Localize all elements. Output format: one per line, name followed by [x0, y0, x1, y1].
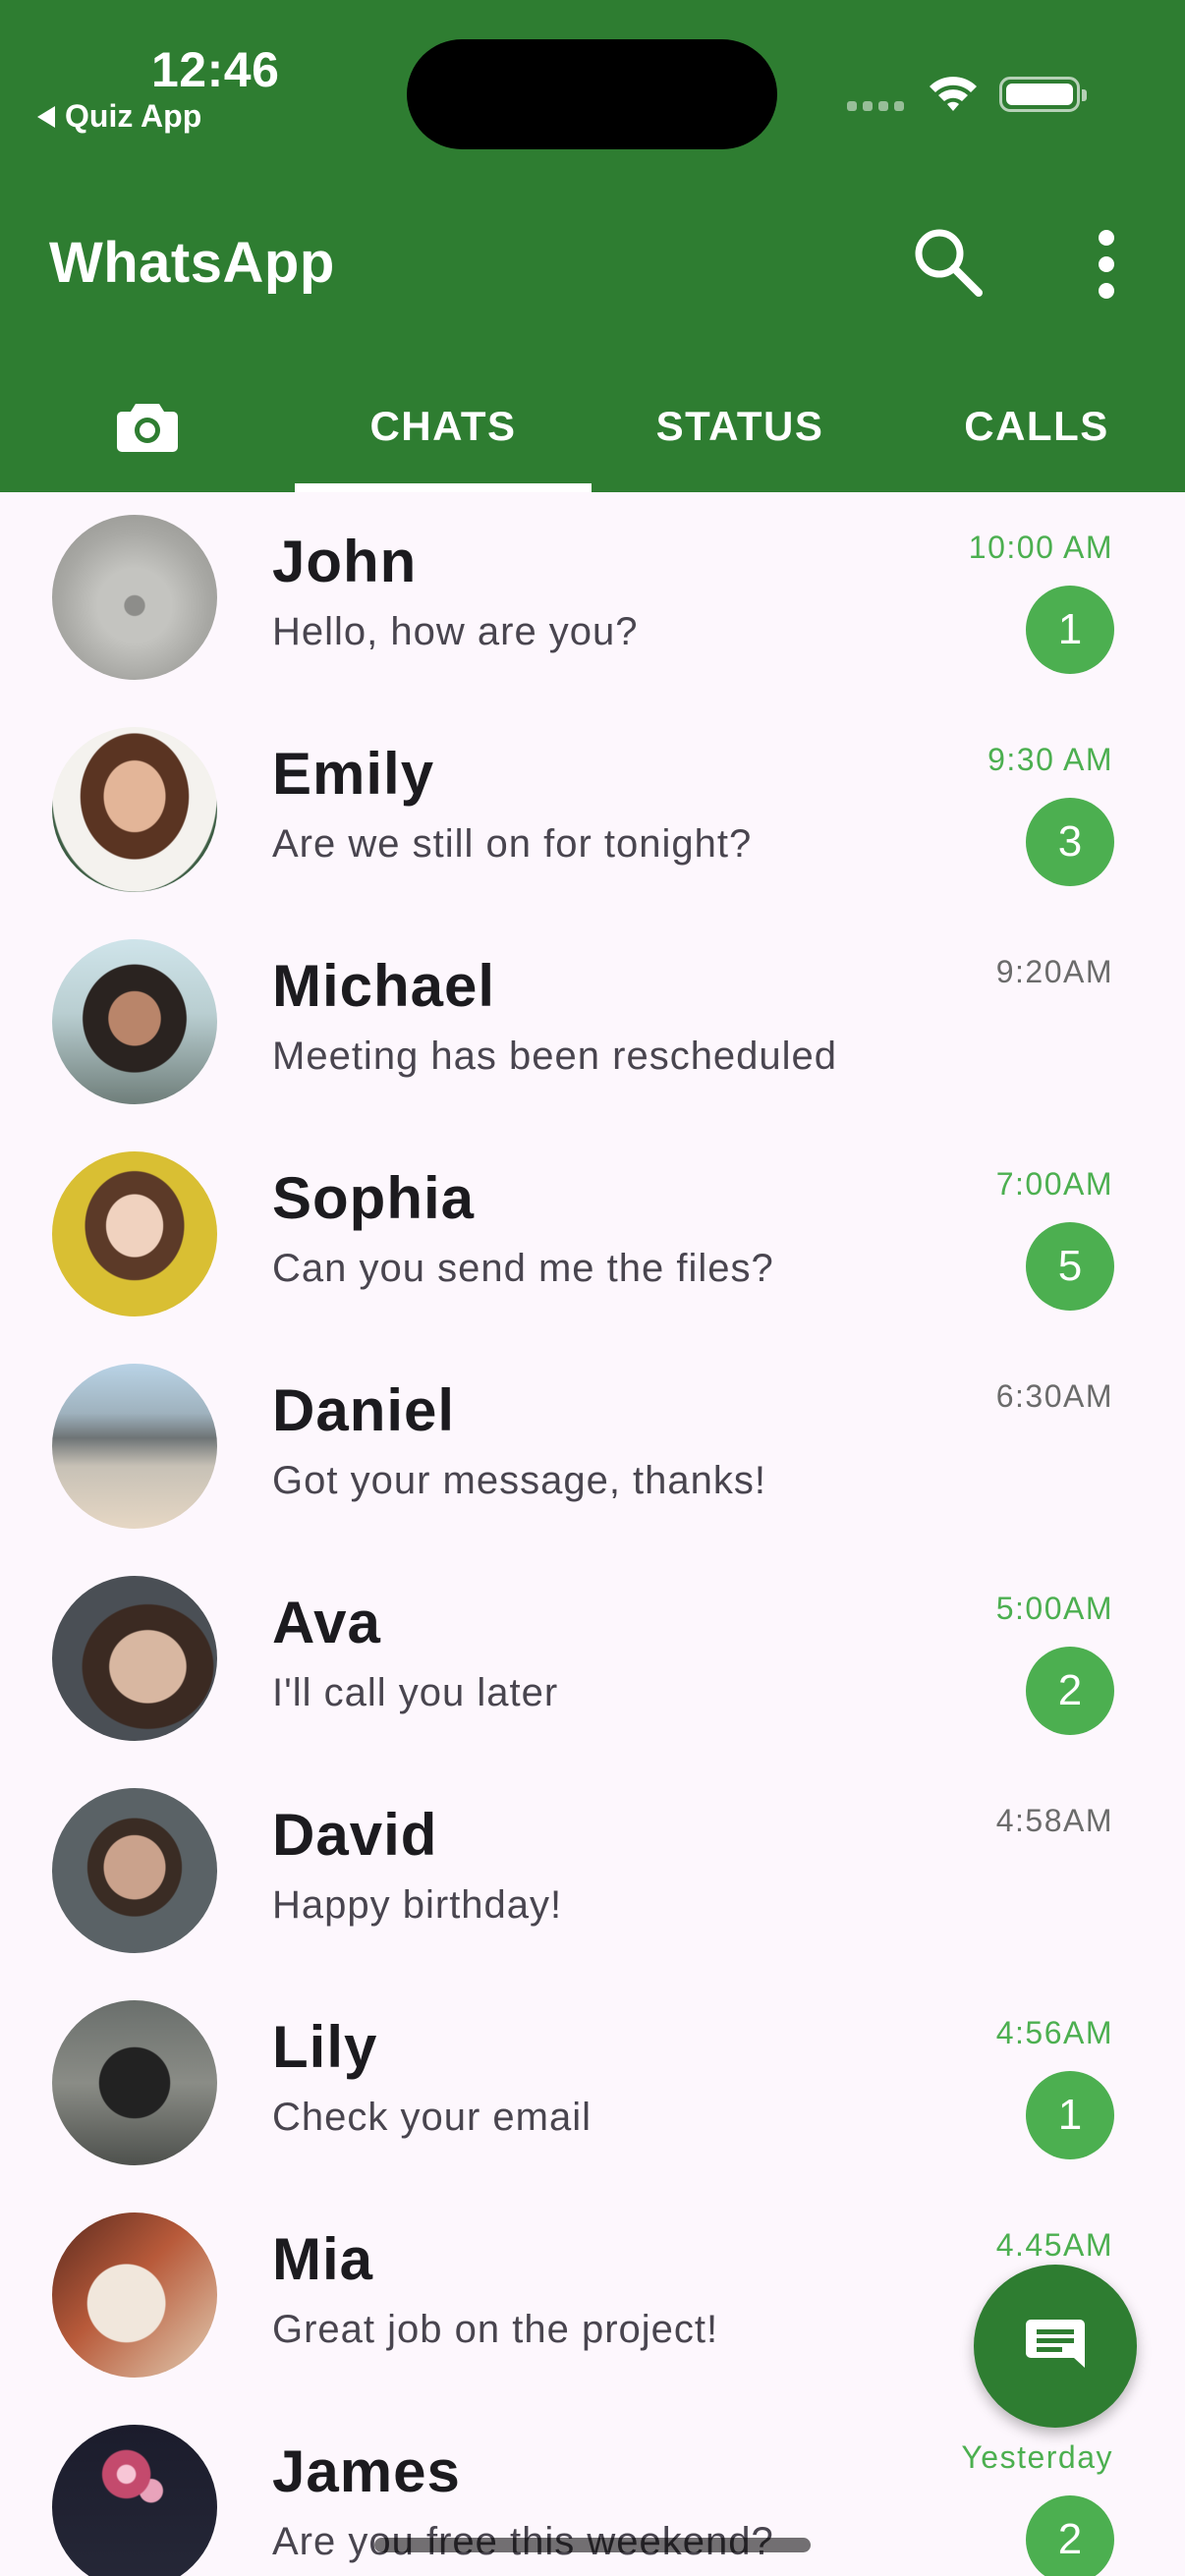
chat-item-emily[interactable]: Emily Are we still on for tonight? 9:30 … [0, 704, 1185, 917]
message-icon [1026, 2320, 1085, 2368]
chat-item-ava[interactable]: Ava I'll call you later 5:00AM 2 [0, 1553, 1185, 1765]
avatar [52, 2212, 217, 2378]
back-to-app-link[interactable]: Quiz App [37, 98, 201, 135]
chat-item-lily[interactable]: Lily Check your email 4:56AM 1 [0, 1978, 1185, 2190]
chat-name: Daniel [272, 1377, 456, 1443]
tab-camera[interactable] [0, 360, 295, 492]
avatar [52, 2425, 217, 2576]
back-arrow-icon [37, 105, 55, 128]
chat-item-david[interactable]: David Happy birthday! 4:58AM [0, 1765, 1185, 1978]
avatar [52, 2000, 217, 2165]
chat-last-message: Can you send me the files? [272, 1247, 774, 1290]
camera-icon [117, 403, 178, 452]
chat-name: Lily [272, 2014, 378, 2080]
chat-last-message: Happy birthday! [272, 1883, 563, 1927]
chat-list: John Hello, how are you? 10:00 AM 1 Emil… [0, 492, 1185, 2576]
tab-calls[interactable]: CALLS [888, 360, 1185, 492]
chat-time: 9:20AM [995, 954, 1113, 989]
chat-time: 5:00AM [995, 1591, 1113, 1626]
chat-item-daniel[interactable]: Daniel Got your message, thanks! 6:30AM [0, 1341, 1185, 1553]
avatar [52, 939, 217, 1104]
chat-last-message: Are we still on for tonight? [272, 822, 753, 866]
status-time: 12:46 [151, 42, 280, 97]
chat-last-message: Got your message, thanks! [272, 1459, 767, 1502]
unread-badge: 1 [1026, 2071, 1114, 2159]
wifi-icon [930, 77, 977, 111]
chat-name: Emily [272, 741, 435, 807]
avatar [52, 1576, 217, 1741]
unread-badge: 1 [1026, 586, 1114, 674]
chat-time: 4:56AM [995, 2015, 1113, 2050]
chat-name: Ava [272, 1590, 381, 1655]
chat-time: 6:30AM [995, 1378, 1113, 1414]
avatar [52, 1364, 217, 1529]
chat-time: 9:30 AM [988, 742, 1113, 777]
cellular-signal-icon [847, 101, 904, 111]
tab-status-label: STATUS [655, 402, 824, 449]
tab-selected-indicator [295, 483, 592, 492]
tab-status[interactable]: STATUS [592, 360, 888, 492]
avatar [52, 515, 217, 680]
unread-badge: 3 [1026, 798, 1114, 886]
home-indicator[interactable] [374, 2538, 811, 2552]
avatar [52, 727, 217, 892]
unread-badge: 2 [1026, 1647, 1114, 1735]
screen: 12:46 Quiz App WhatsApp CHATS STATUS CAL… [0, 0, 1185, 2576]
battery-icon [999, 77, 1087, 112]
chat-last-message: I'll call you later [272, 1671, 559, 1714]
chat-name: James [272, 2438, 461, 2504]
new-chat-fab[interactable] [974, 2265, 1137, 2428]
chat-last-message: Meeting has been rescheduled [272, 1035, 838, 1078]
chat-name: David [272, 1802, 438, 1868]
chat-last-message: Hello, how are you? [272, 610, 639, 653]
more-vert-icon[interactable] [1093, 230, 1120, 299]
tab-bar: CHATS STATUS CALLS [0, 360, 1185, 492]
unread-badge: 5 [1026, 1222, 1114, 1311]
dynamic-island [407, 39, 777, 149]
unread-badge: 2 [1026, 2495, 1114, 2576]
chat-name: Sophia [272, 1165, 476, 1231]
chat-name: Michael [272, 953, 496, 1019]
chat-time: 4:58AM [995, 1803, 1113, 1838]
chat-time: 4.45AM [995, 2227, 1113, 2263]
tab-calls-label: CALLS [964, 402, 1109, 449]
chat-item-michael[interactable]: Michael Meeting has been rescheduled 9:2… [0, 917, 1185, 1129]
chat-time: 10:00 AM [968, 530, 1113, 565]
app-title: WhatsApp [49, 231, 335, 295]
avatar [52, 1788, 217, 1953]
chat-time: Yesterday [961, 2439, 1113, 2475]
chat-item-sophia[interactable]: Sophia Can you send me the files? 7:00AM… [0, 1129, 1185, 1341]
chat-time: 7:00AM [995, 1166, 1113, 1202]
search-icon[interactable] [910, 224, 987, 301]
chat-name: Mia [272, 2226, 374, 2292]
chat-last-message: Check your email [272, 2096, 592, 2139]
avatar [52, 1151, 217, 1316]
tab-chats-label: CHATS [369, 402, 517, 449]
chat-name: John [272, 529, 418, 594]
back-app-label: Quiz App [65, 98, 202, 134]
chat-item-john[interactable]: John Hello, how are you? 10:00 AM 1 [0, 492, 1185, 704]
chat-last-message: Great job on the project! [272, 2308, 719, 2351]
tab-chats[interactable]: CHATS [295, 360, 592, 492]
app-header: 12:46 Quiz App WhatsApp CHATS STATUS CAL… [0, 0, 1185, 492]
